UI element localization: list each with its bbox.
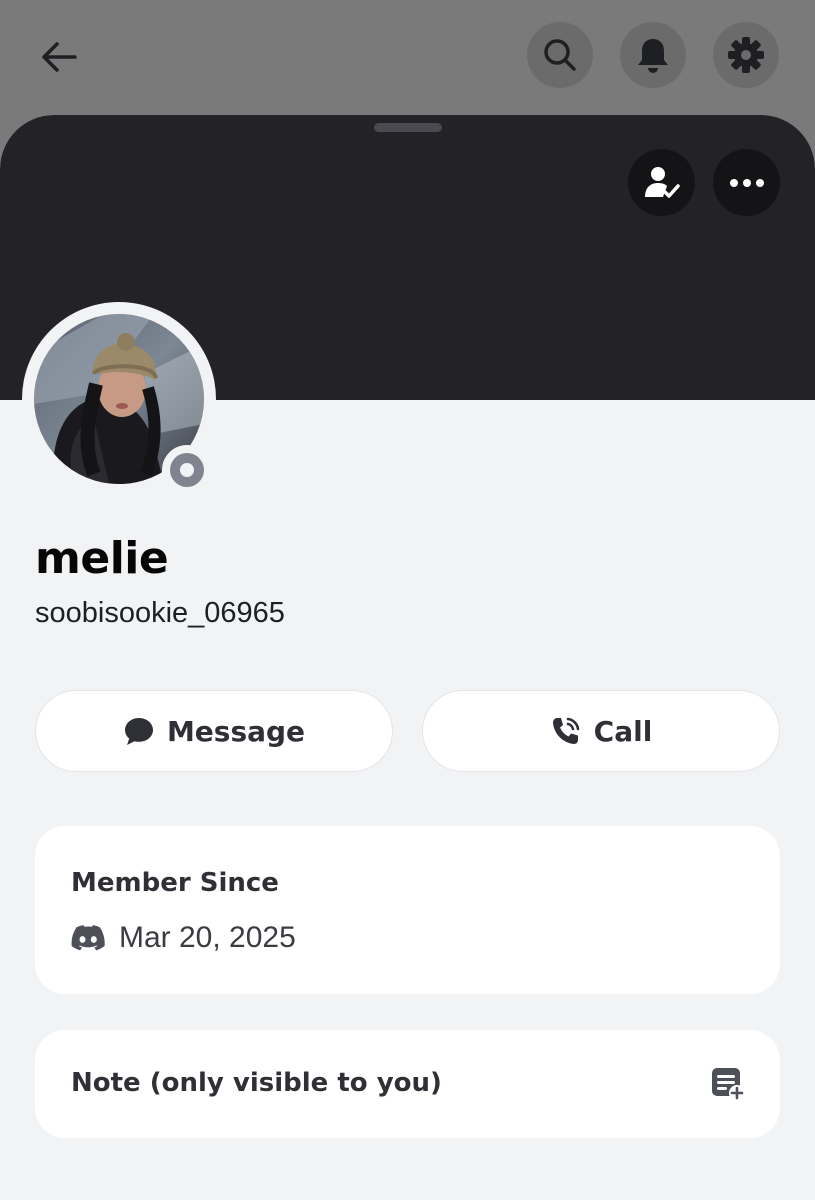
notifications-button[interactable]: [620, 22, 686, 88]
status-indicator: [162, 445, 212, 495]
member-since-title: Member Since: [71, 868, 279, 898]
search-icon: [544, 39, 576, 71]
message-bubble-icon: [124, 718, 153, 745]
note-title: Note (only visible to you): [71, 1068, 442, 1098]
friend-status-button[interactable]: [628, 149, 695, 216]
username: soobisookie_06965: [35, 597, 285, 629]
member-since-row: Mar 20, 2025: [71, 921, 296, 955]
back-button[interactable]: [32, 30, 86, 84]
discord-icon: [71, 925, 105, 951]
bell-icon: [638, 39, 668, 73]
phone-icon: [552, 717, 579, 744]
friend-check-icon: [644, 166, 680, 198]
arrow-left-icon: [42, 42, 77, 72]
note-card[interactable]: Note (only visible to you): [35, 1030, 780, 1138]
search-button[interactable]: [527, 22, 593, 88]
more-horizontal-icon: [729, 178, 764, 187]
member-since-card: Member Since Mar 20, 2025: [35, 826, 780, 994]
message-button[interactable]: Message: [35, 690, 393, 772]
display-name: melie: [35, 533, 169, 584]
message-button-label: Message: [166, 714, 306, 748]
add-note-icon[interactable]: [710, 1066, 746, 1102]
sheet-drag-handle[interactable]: [374, 123, 442, 132]
top-app-bar: [0, 0, 815, 115]
more-options-button[interactable]: [713, 149, 780, 216]
offline-status-icon: [170, 453, 204, 487]
call-button-label: Call: [593, 714, 653, 748]
call-button[interactable]: Call: [422, 690, 780, 772]
gear-icon: [728, 37, 764, 73]
settings-button[interactable]: [713, 22, 779, 88]
member-since-date: Mar 20, 2025: [119, 921, 296, 954]
